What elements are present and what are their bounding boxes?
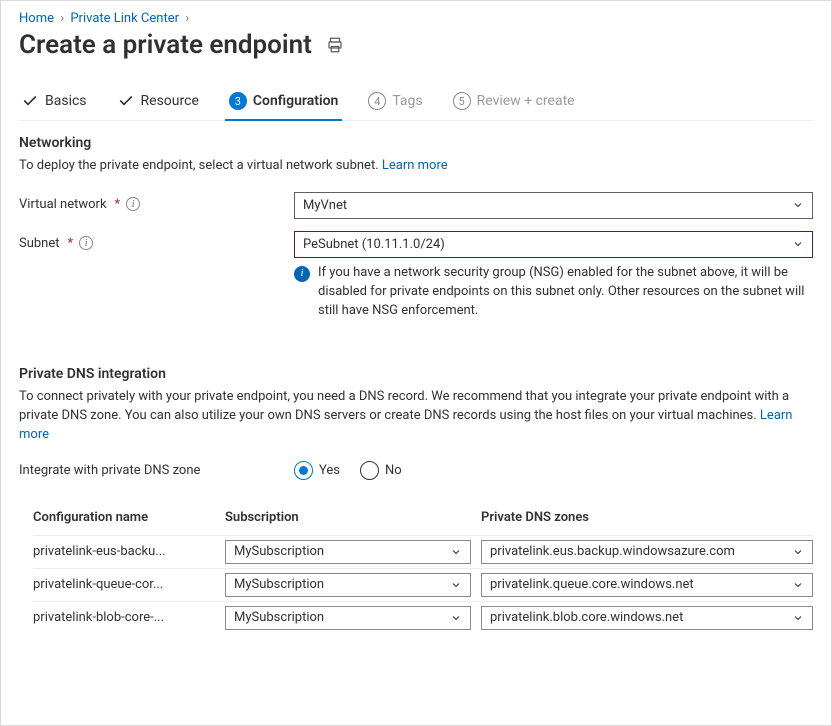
dns-zone-value: privatelink.queue.core.windows.net [490, 577, 694, 592]
integrate-dns-label: Integrate with private DNS zone [19, 463, 200, 478]
chevron-down-icon [792, 238, 804, 250]
check-icon [117, 92, 135, 110]
dns-zone-value: privatelink.blob.core.windows.net [490, 610, 683, 625]
subnet-label: Subnet [19, 236, 60, 251]
tab-configuration[interactable]: 3 Configuration [227, 86, 340, 120]
col-config-name: Configuration name [33, 510, 225, 525]
tab-label: Tags [392, 93, 422, 109]
wizard-tabs: Basics Resource 3 Configuration 4 Tags 5… [19, 86, 813, 121]
tab-tags[interactable]: 4 Tags [366, 86, 424, 120]
subscription-select[interactable]: MySubscription [225, 573, 471, 597]
dns-zone-select[interactable]: privatelink.eus.backup.windowsazure.com [481, 540, 813, 564]
step-number-icon: 4 [368, 92, 386, 110]
chevron-down-icon [450, 612, 462, 624]
chevron-down-icon [792, 612, 804, 624]
chevron-down-icon [792, 546, 804, 558]
breadcrumb-private-link-center[interactable]: Private Link Center [70, 11, 179, 26]
dns-zone-value: privatelink.eus.backup.windowsazure.com [490, 544, 735, 559]
page-title: Create a private endpoint [19, 30, 312, 60]
dns-zone-select[interactable]: privatelink.blob.core.windows.net [481, 606, 813, 630]
networking-description: To deploy the private endpoint, select a… [19, 157, 813, 176]
info-icon[interactable]: i [126, 197, 140, 211]
virtual-network-select[interactable]: MyVnet [294, 192, 813, 219]
col-private-dns-zones: Private DNS zones [481, 510, 813, 525]
tab-label: Basics [45, 93, 87, 109]
tab-label: Configuration [253, 93, 338, 109]
subscription-select[interactable]: MySubscription [225, 540, 471, 564]
subnet-select[interactable]: PeSubnet (10.11.1.0/24) [294, 231, 813, 258]
tab-label: Review + create [477, 93, 575, 109]
table-row: privatelink-queue-cor... MySubscription … [33, 568, 813, 601]
dns-heading: Private DNS integration [19, 366, 813, 382]
subscription-value: MySubscription [234, 577, 324, 592]
breadcrumb-sep-icon: › [60, 11, 64, 26]
check-icon [21, 92, 39, 110]
subscription-value: MySubscription [234, 544, 324, 559]
subnet-value: PeSubnet (10.11.1.0/24) [303, 237, 445, 252]
tab-review-create[interactable]: 5 Review + create [451, 86, 577, 120]
radio-yes-label: Yes [319, 463, 340, 478]
tab-basics[interactable]: Basics [19, 86, 89, 120]
dns-desc-text: To connect privately with your private e… [19, 389, 789, 423]
breadcrumb-sep-icon: › [185, 11, 189, 26]
chevron-down-icon [450, 579, 462, 591]
integrate-dns-yes-radio[interactable]: Yes [294, 461, 340, 480]
print-icon[interactable] [326, 36, 344, 54]
step-number-icon: 5 [453, 92, 471, 110]
table-row: privatelink-eus-backu... MySubscription … [33, 535, 813, 568]
radio-no-label: No [385, 463, 402, 478]
virtual-network-value: MyVnet [303, 198, 347, 213]
chevron-down-icon [450, 546, 462, 558]
dns-description: To connect privately with your private e… [19, 388, 813, 445]
integrate-dns-radio-group: Yes No [294, 461, 813, 480]
tab-label: Resource [141, 93, 199, 109]
subscription-value: MySubscription [234, 610, 324, 625]
chevron-down-icon [792, 579, 804, 591]
table-row: privatelink-blob-core-... MySubscription… [33, 601, 813, 634]
config-name-cell: privatelink-queue-cor... [33, 577, 225, 592]
step-number-icon: 3 [229, 92, 247, 110]
radio-icon [294, 461, 313, 480]
subscription-select[interactable]: MySubscription [225, 606, 471, 630]
info-icon: i [294, 266, 310, 282]
dns-table: Configuration name Subscription Private … [19, 504, 813, 634]
networking-heading: Networking [19, 135, 813, 151]
breadcrumb-home[interactable]: Home [19, 11, 54, 26]
networking-learn-more-link[interactable]: Learn more [382, 158, 448, 173]
networking-desc-text: To deploy the private endpoint, select a… [19, 158, 382, 173]
integrate-dns-no-radio[interactable]: No [360, 461, 402, 480]
virtual-network-label: Virtual network [19, 197, 107, 212]
config-name-cell: privatelink-eus-backu... [33, 544, 225, 559]
required-asterisk-icon: * [115, 197, 121, 212]
nsg-info-text: If you have a network security group (NS… [318, 264, 809, 321]
chevron-down-icon [792, 199, 804, 211]
breadcrumb: Home › Private Link Center › [19, 11, 813, 26]
required-asterisk-icon: * [68, 236, 74, 251]
col-subscription: Subscription [225, 510, 481, 525]
radio-icon [360, 461, 379, 480]
config-name-cell: privatelink-blob-core-... [33, 610, 225, 625]
dns-zone-select[interactable]: privatelink.queue.core.windows.net [481, 573, 813, 597]
info-icon[interactable]: i [79, 236, 93, 250]
tab-resource[interactable]: Resource [115, 86, 201, 120]
